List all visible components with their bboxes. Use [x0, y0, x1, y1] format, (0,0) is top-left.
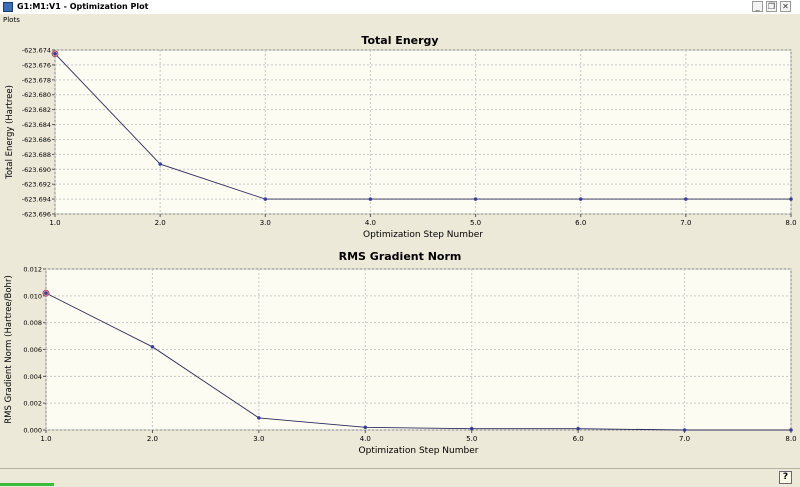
window-title: G1:M1:V1 - Optimization Plot [17, 2, 149, 11]
rms-gradient-chart: 0.012 0.010 0.008 0.006 0.004 0.002 0.0001.0 2.… [4, 266, 797, 457]
data-point [363, 425, 368, 430]
x-tick-label: 2.0 [155, 219, 166, 227]
x-tick-label: 1.0 [49, 219, 60, 227]
x-tick-label: 4.0 [360, 435, 371, 443]
data-point [368, 197, 373, 201]
y-tick-label: -623.694 [22, 196, 51, 204]
y-tick-label: -623.674 [22, 47, 51, 55]
y-tick-label: -623.688 [22, 151, 51, 159]
y-tick-label: 0.010 [23, 292, 42, 300]
y-tick-label: -623.676 [22, 61, 51, 69]
y-axis-label: RMS Gradient Norm (Hartree/Bohr) [4, 275, 14, 424]
y-tick-label: -623.680 [22, 91, 51, 99]
x-tick-label: 5.0 [470, 219, 481, 227]
y-tick-label: -623.682 [22, 106, 51, 114]
restore-button[interactable]: ❐ [766, 1, 777, 12]
x-axis-label: Optimization Step Number [359, 446, 479, 456]
data-point [44, 291, 48, 295]
y-tick-label: 0.006 [23, 346, 42, 354]
menu-bar: Plots [0, 14, 800, 26]
x-axis-label: Optimization Step Number [363, 230, 483, 240]
y-tick-label: -623.696 [22, 211, 51, 219]
x-tick-label: 3.0 [253, 435, 264, 443]
data-point [578, 197, 583, 201]
title-bar[interactable]: G1:M1:V1 - Optimization Plot _ ❐ ✕ [0, 0, 800, 15]
status-bar: ? [0, 468, 800, 487]
y-tick-label: -623.684 [22, 121, 51, 129]
x-tick-label: 6.0 [575, 219, 586, 227]
x-tick-label: 3.0 [260, 219, 271, 227]
y-tick-label: -623.686 [22, 136, 51, 144]
data-point [684, 197, 688, 201]
y-tick-label: 0.008 [23, 319, 42, 327]
data-point [150, 345, 155, 349]
close-button[interactable]: ✕ [780, 1, 791, 12]
y-tick-label: 0.002 [23, 400, 42, 408]
help-icon[interactable]: ? [779, 471, 792, 484]
total-energy-panel: Total Energy -623.674 -623.676 -623.678 -62… [0, 28, 800, 250]
y-tick-label: 0.004 [23, 373, 42, 381]
plot-area [54, 49, 792, 215]
app-icon [3, 2, 13, 12]
minimize-button[interactable]: _ [752, 1, 763, 12]
data-point [158, 162, 162, 166]
data-point [469, 426, 474, 431]
data-point [682, 428, 687, 432]
data-point [263, 197, 268, 201]
x-tick-label: 7.0 [679, 435, 690, 443]
y-tick-label: -623.692 [22, 181, 51, 189]
data-point [257, 416, 261, 420]
menu-plots[interactable]: Plots [3, 14, 20, 26]
y-axis-label: Total Energy (Hartree) [5, 85, 15, 180]
total-energy-chart: -623.674 -623.676 -623.678 -623.680 -623.682… [5, 47, 797, 241]
x-tick-label: 2.0 [147, 435, 158, 443]
x-tick-label: 7.0 [680, 219, 691, 227]
x-tick-label: 8.0 [785, 219, 796, 227]
data-point [473, 197, 478, 201]
x-tick-label: 5.0 [466, 435, 477, 443]
data-point [576, 426, 580, 431]
x-tick-label: 4.0 [365, 219, 376, 227]
optimization-plot-window: G1:M1:V1 - Optimization Plot _ ❐ ✕ Plots… [0, 0, 800, 487]
data-point [789, 197, 793, 201]
y-tick-label: 0.012 [23, 266, 42, 274]
y-tick-label: -623.678 [22, 76, 51, 84]
rms-gradient-panel: RMS Gradient Norm 0.012 0.010 0.008 0.006 0.… [0, 250, 800, 466]
data-point [789, 428, 793, 432]
x-tick-label: 6.0 [573, 435, 584, 443]
y-tick-label: 0.000 [23, 427, 42, 435]
y-tick-label: -623.690 [22, 166, 51, 174]
x-tick-label: 8.0 [785, 435, 796, 443]
x-tick-label: 1.0 [40, 435, 51, 443]
data-point [53, 51, 57, 56]
